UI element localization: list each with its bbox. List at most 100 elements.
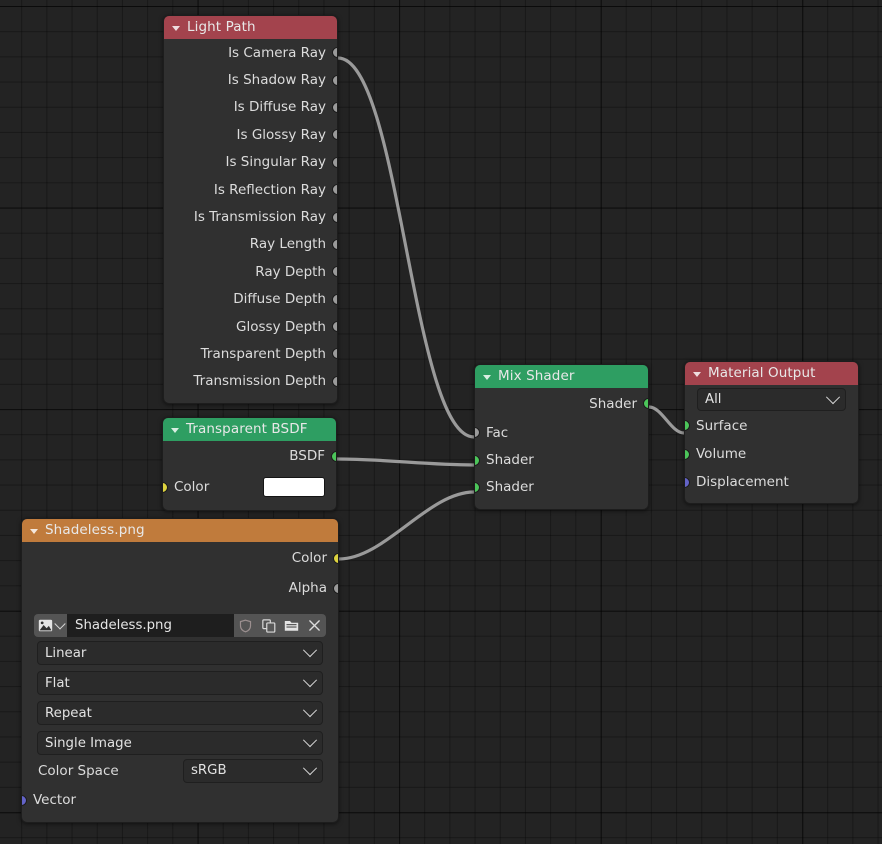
shader-node-editor-canvas[interactable]: Light Path Is Camera Ray Is Shadow Ray I… [0, 0, 882, 844]
socket-row-bsdf-output[interactable]: BSDF [163, 441, 336, 471]
chevron-down-icon [302, 733, 318, 748]
socket-row-is-camera-ray[interactable]: Is Camera Ray [164, 39, 337, 66]
collapse-triangle-icon[interactable] [172, 25, 180, 31]
output-socket-color[interactable] [333, 552, 338, 564]
socket-label: Is Shadow Ray [227, 72, 326, 89]
input-socket-volume[interactable] [685, 448, 690, 460]
input-socket-fac[interactable] [475, 427, 480, 439]
socket-row-alpha-output[interactable]: Alpha [22, 574, 338, 602]
duplicate-icon [261, 618, 275, 633]
input-socket-surface[interactable] [685, 420, 690, 431]
output-socket-is-reflection-ray[interactable] [332, 184, 337, 196]
socket-row-color-output[interactable]: Color [22, 542, 338, 574]
output-socket-diffuse-depth[interactable] [332, 293, 337, 305]
socket-label: Shader [486, 479, 534, 496]
output-socket-bsdf[interactable] [331, 450, 336, 462]
source-dropdown-wrap: Single Image [22, 725, 338, 755]
socket-row-vector[interactable]: Vector [22, 786, 338, 814]
socket-label: Color [291, 550, 327, 566]
unlink-image-button[interactable] [303, 614, 326, 637]
interpolation-dropdown[interactable]: Linear [37, 641, 323, 665]
input-socket-color[interactable] [163, 481, 168, 493]
input-socket-vector[interactable] [22, 794, 27, 806]
socket-label: Is Glossy Ray [236, 126, 326, 143]
new-image-button[interactable] [257, 614, 280, 637]
socket-row-shader-1[interactable]: Shader [475, 446, 648, 473]
socket-row-surface[interactable]: Surface [685, 411, 858, 440]
socket-row-ray-length[interactable]: Ray Length [164, 231, 337, 258]
output-socket-ray-length[interactable] [332, 238, 337, 250]
socket-row-glossy-depth[interactable]: Glossy Depth [164, 313, 337, 340]
color-space-label: Color Space [38, 762, 119, 779]
close-icon [309, 620, 320, 631]
socket-row-transparent-depth[interactable]: Transparent Depth [164, 340, 337, 367]
collapse-triangle-icon[interactable] [693, 371, 701, 377]
output-socket-ray-depth[interactable] [332, 266, 337, 278]
extension-dropdown[interactable]: Repeat [37, 701, 323, 725]
chevron-down-icon [302, 760, 318, 775]
output-socket-is-camera-ray[interactable] [332, 47, 337, 59]
socket-row-displacement[interactable]: Displacement [685, 468, 858, 496]
socket-row-shader-output[interactable]: Shader [475, 388, 648, 419]
node-material-output[interactable]: Material Output All Surface Volume Displ… [684, 361, 859, 504]
output-socket-is-glossy-ray[interactable] [332, 129, 337, 141]
node-image-texture[interactable]: Shadeless.png Color Alpha Shadeless.png … [21, 518, 339, 823]
socket-row-fac[interactable]: Fac [475, 419, 648, 446]
node-transparent-bsdf[interactable]: Transparent BSDF BSDF Color [162, 417, 337, 511]
output-socket-transparent-depth[interactable] [332, 348, 337, 360]
node-mix-shader[interactable]: Mix Shader Shader Fac Shader Shader [474, 364, 649, 511]
socket-row-is-reflection-ray[interactable]: Is Reflection Ray [164, 176, 337, 203]
socket-label: Diffuse Depth [233, 291, 326, 308]
node-body-transparent-bsdf: BSDF Color [163, 441, 336, 510]
socket-label: Color [174, 479, 210, 495]
output-socket-alpha[interactable] [333, 582, 338, 594]
browse-image-button[interactable] [34, 614, 67, 637]
socket-row-volume[interactable]: Volume [685, 440, 858, 468]
node-header-light-path[interactable]: Light Path [164, 16, 337, 39]
socket-row-is-shadow-ray[interactable]: Is Shadow Ray [164, 66, 337, 93]
node-body-light-path: Is Camera Ray Is Shadow Ray Is Diffuse R… [164, 39, 337, 403]
chevron-down-icon [54, 617, 66, 630]
input-socket-shader-1[interactable] [475, 454, 480, 466]
node-light-path[interactable]: Light Path Is Camera Ray Is Shadow Ray I… [163, 15, 338, 405]
socket-row-is-transmission-ray[interactable]: Is Transmission Ray [164, 203, 337, 230]
projection-dropdown[interactable]: Flat [37, 671, 323, 695]
socket-row-ray-depth[interactable]: Ray Depth [164, 258, 337, 285]
input-socket-shader-2[interactable] [475, 481, 480, 493]
output-socket-is-singular-ray[interactable] [332, 156, 337, 168]
output-socket-is-diffuse-ray[interactable] [332, 101, 337, 113]
color-swatch-button[interactable] [263, 477, 325, 497]
socket-row-transmission-depth[interactable]: Transmission Depth [164, 368, 337, 395]
socket-row-is-diffuse-ray[interactable]: Is Diffuse Ray [164, 94, 337, 121]
socket-row-is-glossy-ray[interactable]: Is Glossy Ray [164, 121, 337, 148]
source-dropdown[interactable]: Single Image [37, 731, 323, 755]
output-socket-is-transmission-ray[interactable] [332, 211, 337, 223]
node-header-image-texture[interactable]: Shadeless.png [22, 519, 338, 542]
color-space-dropdown[interactable]: sRGB [183, 758, 323, 783]
collapse-triangle-icon[interactable] [30, 528, 38, 534]
collapse-triangle-icon[interactable] [171, 427, 179, 433]
output-socket-shader[interactable] [643, 398, 648, 409]
chevron-down-icon [825, 389, 841, 404]
socket-row-shader-2[interactable]: Shader [475, 474, 648, 501]
output-socket-is-shadow-ray[interactable] [332, 74, 337, 86]
open-image-button[interactable] [280, 614, 303, 637]
output-socket-transmission-depth[interactable] [332, 375, 337, 387]
socket-row-is-singular-ray[interactable]: Is Singular Ray [164, 149, 337, 176]
projection-dropdown-wrap: Flat [22, 665, 338, 695]
socket-row-diffuse-depth[interactable]: Diffuse Depth [164, 286, 337, 313]
node-header-transparent-bsdf[interactable]: Transparent BSDF [163, 418, 336, 441]
node-header-material-output[interactable]: Material Output [685, 362, 858, 385]
color-space-row: Color Space sRGB [22, 755, 338, 786]
image-name-field[interactable]: Shadeless.png [67, 614, 234, 637]
chevron-down-icon [302, 643, 318, 658]
socket-row-color-input[interactable]: Color [163, 471, 336, 503]
target-dropdown[interactable]: All [697, 388, 846, 411]
collapse-triangle-icon[interactable] [483, 374, 491, 380]
input-socket-displacement[interactable] [685, 476, 690, 488]
output-socket-glossy-depth[interactable] [332, 321, 337, 333]
node-header-mix-shader[interactable]: Mix Shader [475, 365, 648, 388]
fake-user-button[interactable] [234, 614, 257, 637]
socket-label: Is Camera Ray [228, 44, 326, 61]
socket-label: Is Transmission Ray [193, 209, 326, 226]
